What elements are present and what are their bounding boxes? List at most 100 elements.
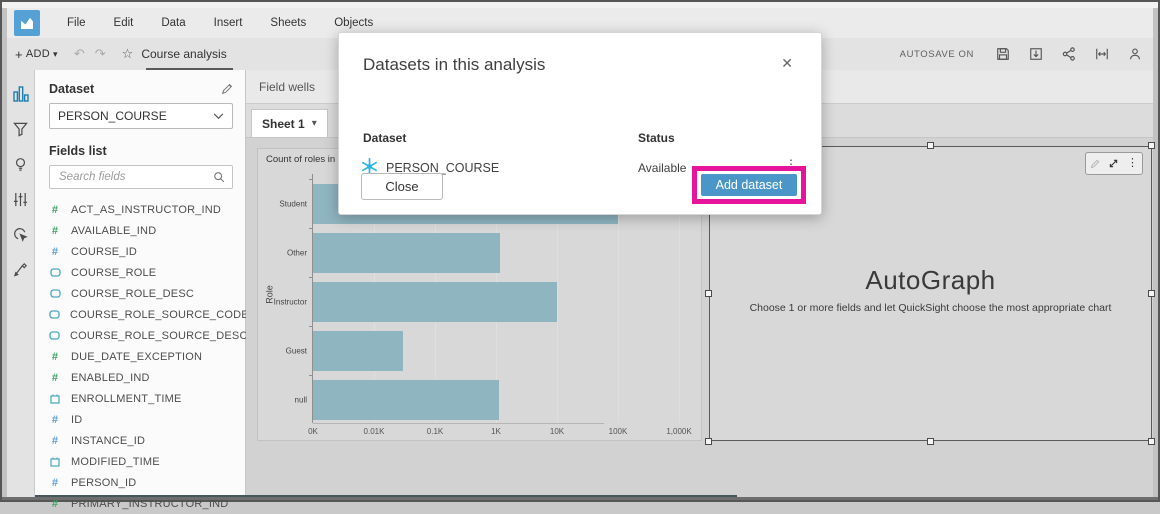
field-item-modified_time[interactable]: MODIFIED_TIME — [49, 451, 233, 472]
filter-icon[interactable] — [11, 119, 31, 139]
search-input[interactable] — [57, 170, 213, 184]
fit-width-icon[interactable] — [1094, 46, 1110, 62]
dataset-select[interactable]: PERSON_COURSE — [49, 103, 233, 129]
field-item-enabled_ind[interactable]: # ENABLED_IND — [49, 367, 233, 388]
field-item-label: COURSE_ID — [71, 246, 137, 258]
close-button[interactable]: Close — [361, 173, 443, 200]
hash-icon: # — [49, 414, 61, 426]
field-item-label: MODIFIED_TIME — [71, 456, 160, 468]
field-item-label: INSTANCE_ID — [71, 435, 145, 447]
field-item-label: ENABLED_IND — [71, 372, 150, 384]
string-icon — [49, 331, 60, 340]
user-icon[interactable] — [1127, 46, 1143, 62]
x-tick-label: 1,000K — [666, 427, 691, 436]
field-item-available_ind[interactable]: #AVAILABLE_IND — [49, 220, 233, 241]
undo-icon[interactable]: ↶ — [74, 46, 85, 62]
menu-item-file[interactable]: File — [67, 17, 86, 29]
plus-icon: + — [15, 47, 23, 62]
y-axis-tick — [309, 375, 313, 376]
field-item-label: COURSE_ROLE_SOURCE_CODE — [70, 309, 249, 321]
dataset-label: Dataset — [49, 82, 94, 96]
field-item-label: ENROLLMENT_TIME — [71, 393, 182, 405]
string-icon — [49, 268, 61, 277]
menu-item-data[interactable]: Data — [161, 17, 185, 29]
themes-icon[interactable] — [11, 259, 31, 279]
field-item-instance_id[interactable]: #INSTANCE_ID — [49, 430, 233, 451]
menu-item-objects[interactable]: Objects — [334, 17, 373, 29]
menu-item-insert[interactable]: Insert — [214, 17, 243, 29]
x-tick-label: 10K — [550, 427, 564, 436]
save-icon[interactable] — [995, 46, 1011, 62]
window-bottom-border — [2, 497, 1158, 500]
field-item-course_role_source_desc[interactable]: COURSE_ROLE_SOURCE_DESC — [49, 325, 233, 346]
bar-other[interactable] — [313, 233, 500, 273]
selection-handle[interactable] — [705, 438, 712, 445]
add-button[interactable]: + ADD ▾ — [15, 47, 58, 62]
x-tick-label: 100K — [609, 427, 628, 436]
insights-icon[interactable] — [11, 154, 31, 174]
datasets-modal: Datasets in this analysis ✕ Dataset Stat… — [338, 32, 822, 215]
category-label: Other — [287, 249, 307, 258]
field-item-label: DUE_DATE_EXCEPTION — [71, 351, 202, 363]
x-tick-label: 0.1K — [427, 427, 443, 436]
field-item-label: ACT_AS_INSTRUCTOR_IND — [71, 204, 221, 216]
bar-null[interactable] — [313, 380, 499, 420]
redo-icon[interactable]: ↷ — [95, 46, 106, 62]
bar-instructor[interactable] — [313, 282, 557, 322]
star-icon[interactable]: ☆ — [122, 46, 134, 62]
x-axis-line — [313, 423, 604, 424]
edit-visual-pencil-icon[interactable] — [1090, 159, 1100, 169]
field-wells-label: Field wells — [259, 80, 315, 94]
menu-item-edit[interactable]: Edit — [114, 17, 134, 29]
field-item-course_id[interactable]: #COURSE_ID — [49, 241, 233, 262]
field-item-id[interactable]: # ID — [49, 409, 233, 430]
field-item-course_role[interactable]: COURSE_ROLE — [49, 262, 233, 283]
chevron-down-icon: ▾ — [53, 49, 58, 60]
field-item-due_date_exception[interactable]: # DUE_DATE_EXCEPTION — [49, 346, 233, 367]
expand-visual-icon[interactable] — [1108, 158, 1119, 169]
sheet-tab[interactable]: Sheet 1 ▾ — [251, 109, 328, 137]
selection-handle[interactable] — [1148, 438, 1155, 445]
export-icon[interactable] — [1028, 46, 1044, 62]
visualize-icon[interactable] — [11, 84, 31, 104]
bar-guest[interactable] — [313, 331, 403, 371]
share-icon[interactable] — [1061, 46, 1077, 62]
field-item-label: PERSON_ID — [71, 477, 136, 489]
selection-handle[interactable] — [705, 290, 712, 297]
fields-search — [49, 165, 233, 189]
field-item-label: ID — [71, 414, 82, 426]
x-tick-label: 0.01K — [364, 427, 385, 436]
x-tick-label: 0K — [308, 427, 318, 436]
selection-handle[interactable] — [927, 142, 934, 149]
calendar-icon — [49, 394, 61, 404]
modal-title: Datasets in this analysis — [363, 55, 545, 75]
y-axis-tick — [309, 179, 313, 180]
field-item-person_id[interactable]: #PERSON_ID — [49, 472, 233, 493]
string-icon — [49, 310, 60, 319]
analysis-tab[interactable]: ☆ Course analysis — [122, 38, 227, 70]
quicksight-logo-icon[interactable] — [14, 10, 40, 36]
category-label: Student — [279, 200, 307, 209]
edit-dataset-pencil-icon[interactable] — [221, 83, 233, 95]
actions-icon[interactable] — [11, 224, 31, 244]
fields-list: #ACT_AS_INSTRUCTOR_IND#AVAILABLE_IND#COU… — [49, 199, 233, 514]
visual-hover-toolbar: ⋮ — [1085, 152, 1143, 175]
add-dataset-button[interactable]: Add dataset — [701, 174, 797, 196]
hash-icon: # — [49, 351, 61, 363]
close-icon[interactable]: ✕ — [781, 55, 793, 72]
selection-handle[interactable] — [927, 438, 934, 445]
hash-icon: # — [49, 372, 61, 384]
field-item-enrollment_time[interactable]: ENROLLMENT_TIME — [49, 388, 233, 409]
calendar-icon — [49, 457, 61, 467]
menu-item-sheets[interactable]: Sheets — [270, 17, 306, 29]
field-item-act_as_instructor_ind[interactable]: # ACT_AS_INSTRUCTOR_IND — [49, 199, 233, 220]
y-axis-tick — [309, 228, 313, 229]
hash-icon: # — [49, 204, 61, 216]
field-item-course_role_desc[interactable]: COURSE_ROLE_DESC — [49, 283, 233, 304]
parameters-icon[interactable] — [11, 189, 31, 209]
field-item-label: AVAILABLE_IND — [71, 225, 156, 237]
visual-menu-kebab-icon[interactable]: ⋮ — [1127, 158, 1138, 169]
field-item-course_role_source_code[interactable]: COURSE_ROLE_SOURCE_CODE — [49, 304, 233, 325]
selection-handle[interactable] — [1148, 290, 1155, 297]
selection-handle[interactable] — [1148, 142, 1155, 149]
